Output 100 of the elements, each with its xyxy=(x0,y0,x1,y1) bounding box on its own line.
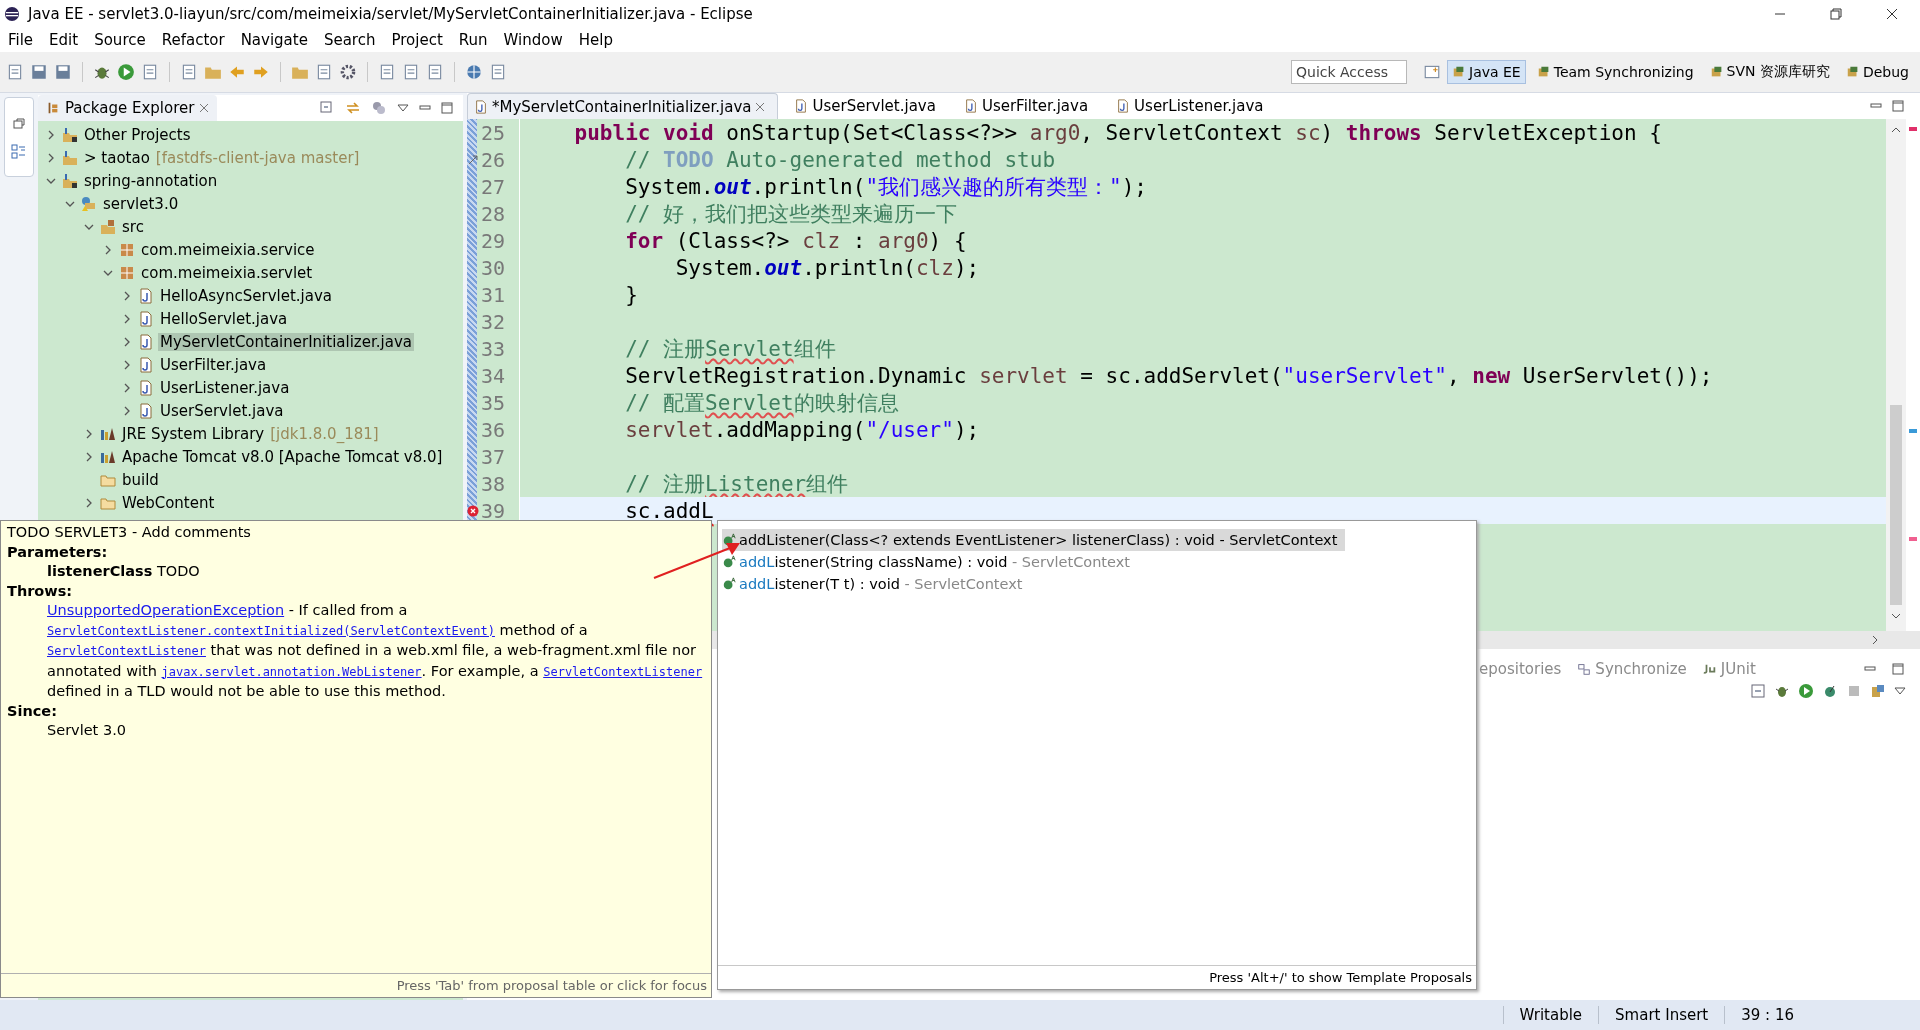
tree-item[interactable]: HelloServlet.java xyxy=(158,309,290,328)
scroll-right-icon[interactable] xyxy=(1870,635,1880,645)
chevron-icon[interactable] xyxy=(84,451,94,462)
editor-tab[interactable]: UserFilter.java xyxy=(957,93,1101,119)
toolbar-icon[interactable] xyxy=(315,63,333,81)
run-icon[interactable] xyxy=(1798,683,1814,699)
view-tab[interactable]: Package Explorer xyxy=(38,95,218,121)
close-icon[interactable] xyxy=(199,103,210,113)
view-tab[interactable]: Synchronize xyxy=(1577,660,1687,678)
tree-item[interactable]: UserFilter.java xyxy=(158,355,269,374)
chevron-icon[interactable] xyxy=(122,405,132,416)
perspective-button[interactable]: Java EE xyxy=(1447,60,1526,84)
view-menu-icon[interactable] xyxy=(1894,685,1906,697)
proposal-item[interactable]: addListener(T t) : void - ServletContext xyxy=(722,573,1031,595)
content-assist-menu[interactable] xyxy=(717,520,1477,990)
menu-item[interactable]: Navigate xyxy=(240,31,308,49)
link[interactable]: ServletContextListener.contextInitialized(ServletContextEvent) xyxy=(47,623,495,638)
gear-icon[interactable] xyxy=(339,63,357,81)
filter-icon[interactable] xyxy=(371,100,387,116)
maximize-icon[interactable] xyxy=(1892,663,1904,675)
close-icon[interactable] xyxy=(755,101,766,112)
view-tab[interactable]: JUnit xyxy=(1702,660,1756,678)
menu-item[interactable]: Source xyxy=(94,31,146,49)
view-menu-icon[interactable] xyxy=(397,102,409,114)
menu-item[interactable]: Search xyxy=(323,31,376,49)
chevron-icon[interactable] xyxy=(122,290,132,301)
maximize-icon[interactable] xyxy=(1892,100,1904,112)
menu-item[interactable]: Edit xyxy=(49,31,79,49)
line-number: 38 xyxy=(480,471,507,496)
toolbar-icon[interactable] xyxy=(402,63,420,81)
open-perspective-icon[interactable] xyxy=(1423,63,1441,81)
link[interactable]: UnsupportedOperationException xyxy=(47,602,285,618)
tree-item[interactable]: JRE System Library xyxy=(120,424,267,443)
profile-icon[interactable] xyxy=(1822,683,1838,699)
tree-item[interactable]: > taotao xyxy=(82,148,152,167)
scrollbar-thumb[interactable] xyxy=(1890,405,1902,605)
tree-item[interactable]: Apache Tomcat v8.0 [Apache Tomcat v8.0] xyxy=(120,447,445,466)
chevron-icon[interactable] xyxy=(122,313,132,324)
tree-item[interactable]: WebContent xyxy=(120,493,217,512)
tree-item[interactable]: Other Projects xyxy=(82,125,193,144)
chevron-icon[interactable] xyxy=(84,428,94,439)
chevron-icon[interactable] xyxy=(122,359,132,370)
perspective-button[interactable]: SVN 资源库研究 xyxy=(1704,59,1835,85)
link-icon[interactable] xyxy=(345,100,361,116)
toolbar-icon[interactable] xyxy=(6,63,24,81)
publish-icon[interactable] xyxy=(1870,683,1886,699)
maximize-icon[interactable] xyxy=(441,102,453,114)
menu-item[interactable]: Project xyxy=(391,31,443,49)
editor-tab[interactable]: *MyServletContainerInitializer.java xyxy=(467,92,779,120)
editor-tab[interactable]: UserListener.java xyxy=(1110,93,1276,119)
chevron-icon[interactable] xyxy=(122,382,132,393)
tree-item[interactable]: build xyxy=(120,470,161,489)
tree-item[interactable]: spring-annotation xyxy=(82,171,220,190)
tree-item[interactable]: com.meimeixia.servlet xyxy=(139,263,315,282)
restore-icon[interactable] xyxy=(11,116,27,132)
tree-item[interactable]: UserListener.java xyxy=(158,378,292,397)
chevron-icon[interactable] xyxy=(46,129,56,140)
tree-item[interactable]: src xyxy=(120,217,146,236)
chevron-icon[interactable] xyxy=(103,244,113,255)
menu-item[interactable]: Run xyxy=(458,31,488,49)
run-icon[interactable] xyxy=(117,63,135,81)
save-icon[interactable] xyxy=(54,63,72,81)
error-marker[interactable] xyxy=(1909,127,1917,131)
save-icon[interactable] xyxy=(30,63,48,81)
tree-item[interactable]: MyServletContainerInitializer.java xyxy=(158,332,414,351)
menu-item[interactable]: File xyxy=(8,31,34,49)
tree-item[interactable]: servlet3.0 xyxy=(101,194,181,213)
link[interactable]: ServletContextListener xyxy=(47,644,206,658)
toolbar-icon[interactable] xyxy=(1750,683,1766,699)
menu-item[interactable]: Window xyxy=(503,31,563,49)
proposal-item[interactable]: addListener(Class<? extends EventListener> listenerClass) : void - ServletContext xyxy=(722,529,1346,551)
menu-item[interactable]: Refactor xyxy=(161,31,225,49)
outline-icon[interactable] xyxy=(11,144,27,160)
menu-item[interactable]: Help xyxy=(578,31,613,49)
tree-item[interactable]: com.meimeixia.service xyxy=(139,240,317,259)
link[interactable]: javax.servlet.annotation.WebListener xyxy=(161,664,422,679)
proposal-item[interactable]: addListener(String className) : void - ServletContext xyxy=(722,551,1138,573)
toolbar-icon[interactable] xyxy=(141,63,159,81)
chevron-icon[interactable] xyxy=(46,152,56,163)
tree-item[interactable]: HelloAsyncServlet.java xyxy=(158,286,334,305)
editor-tab[interactable]: UserServlet.java xyxy=(788,93,948,119)
task-marker[interactable] xyxy=(1909,537,1917,541)
link[interactable]: ServletContextListener xyxy=(543,664,703,679)
toolbar-icon[interactable] xyxy=(378,63,396,81)
perspective-button[interactable]: Debug xyxy=(1840,60,1914,84)
java-file-icon xyxy=(794,99,809,113)
toolbar-icon[interactable] xyxy=(426,63,444,81)
scroll-up-icon[interactable] xyxy=(1891,125,1901,135)
toolbar-icon[interactable] xyxy=(180,63,198,81)
occurrence-marker[interactable] xyxy=(1909,429,1917,433)
quick-access-field[interactable]: Quick Access xyxy=(1291,60,1407,84)
perspective-button[interactable]: Team Synchronizing xyxy=(1531,60,1699,84)
view-tab[interactable]: epositories xyxy=(1479,660,1562,678)
collapse-all-icon[interactable] xyxy=(319,100,335,116)
scroll-down-icon[interactable] xyxy=(1891,611,1901,621)
globe-icon[interactable] xyxy=(465,63,483,81)
tree-item[interactable]: UserServlet.java xyxy=(158,401,286,420)
toolbar-icon[interactable] xyxy=(489,63,507,81)
chevron-icon[interactable] xyxy=(84,497,94,508)
chevron-icon[interactable] xyxy=(122,336,132,347)
